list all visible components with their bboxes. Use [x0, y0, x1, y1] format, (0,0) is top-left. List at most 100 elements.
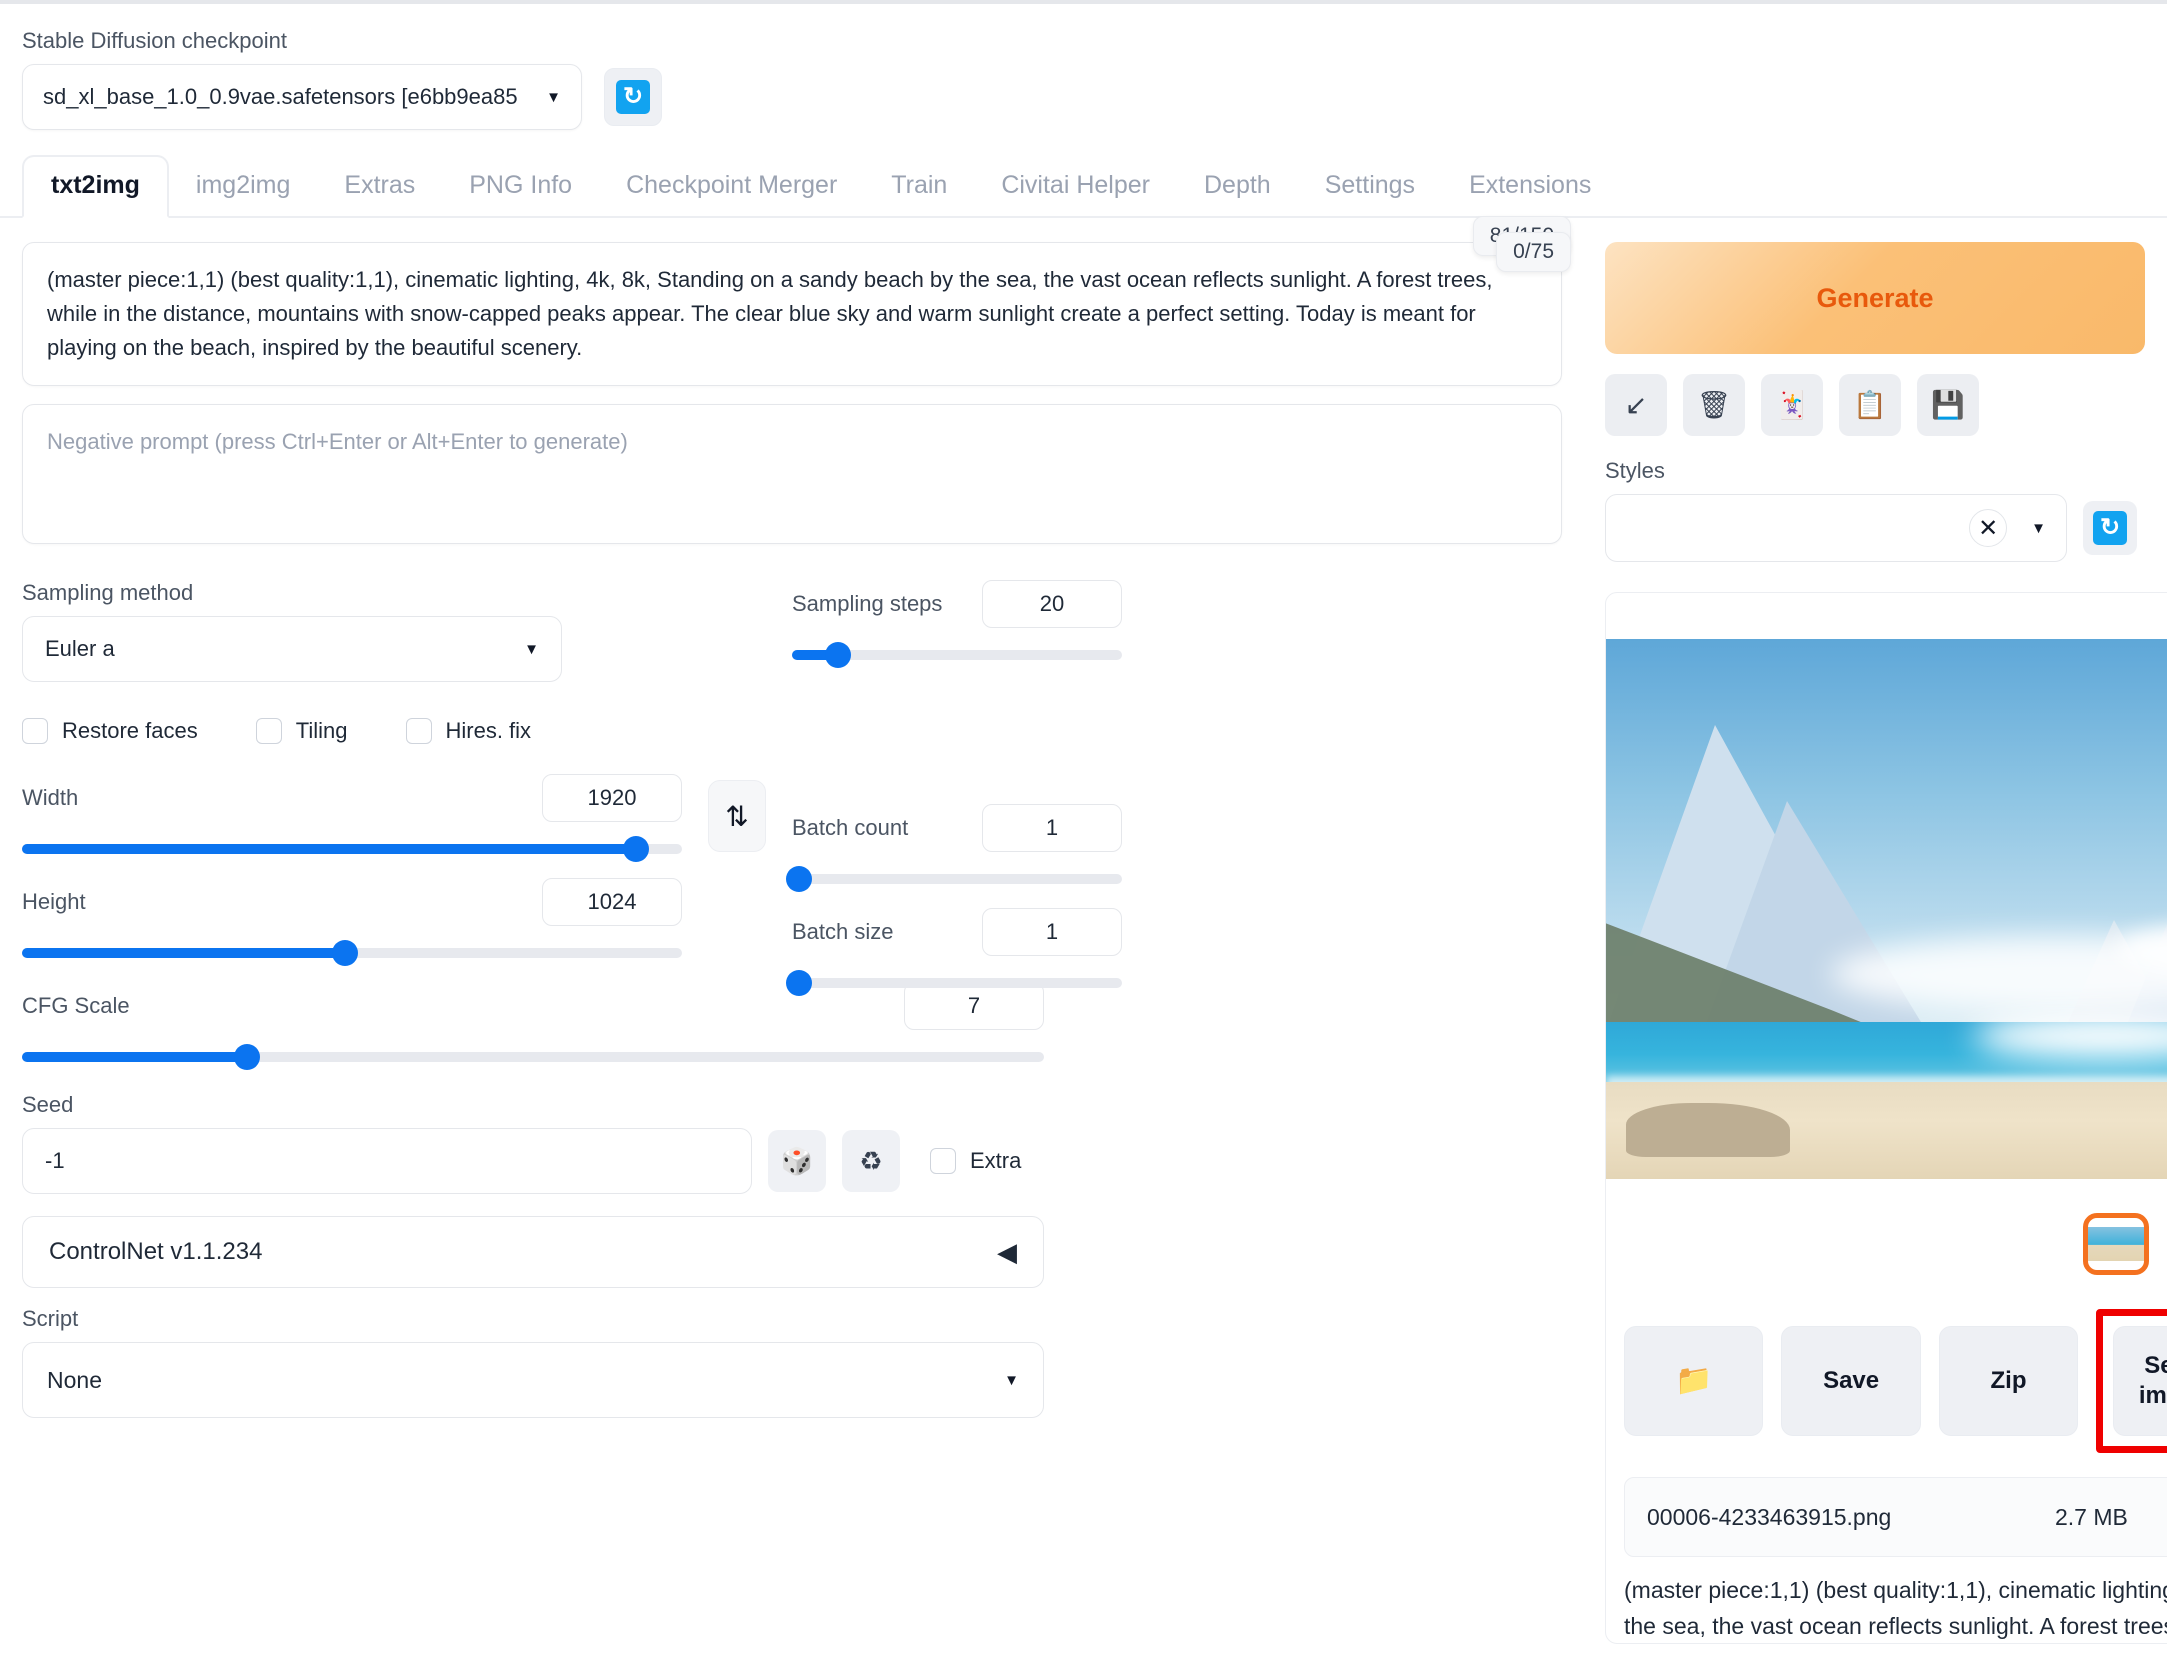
swap-arrows-icon: ⇅ [725, 800, 749, 832]
tab-checkpoint-merger[interactable]: Checkpoint Merger [599, 171, 864, 216]
negative-prompt-input[interactable]: Negative prompt (press Ctrl+Enter or Alt… [22, 404, 1562, 545]
controlnet-label: ControlNet v1.1.234 [49, 1238, 263, 1266]
slider-knob[interactable] [825, 642, 852, 669]
tab-extensions[interactable]: Extensions [1442, 171, 1618, 216]
seed-input[interactable]: -1 [22, 1128, 752, 1195]
trash-icon[interactable]: 🗑 [1683, 374, 1745, 436]
refresh-icon: ↻ [2093, 511, 2127, 545]
script-label: Script [22, 1306, 79, 1332]
sampling-steps-label: Sampling steps [792, 591, 943, 617]
cfg-scale-slider[interactable] [22, 1044, 1044, 1071]
height-control: Height 1024 [22, 878, 682, 967]
image-scene [1606, 639, 2167, 1179]
send-to-img2img-button[interactable]: Send to img2img [2113, 1326, 2167, 1436]
height-slider[interactable] [22, 940, 682, 967]
styles-label: Styles [1605, 458, 1665, 483]
tab-settings[interactable]: Settings [1298, 171, 1442, 216]
tiling-label: Tiling [295, 718, 348, 744]
floppy-save-icon[interactable]: 💾 [1917, 374, 1979, 436]
swap-dimensions-button[interactable]: ⇅ [708, 780, 766, 853]
thumbnail-item[interactable] [2083, 1213, 2149, 1275]
restore-faces-checkbox[interactable]: Restore faces [22, 718, 198, 745]
tab-img2img[interactable]: img2img [169, 171, 317, 216]
arrow-glyph: ↙ [1624, 389, 1648, 420]
batch-size-label: Batch size [792, 919, 894, 945]
batch-count-label: Batch count [792, 815, 909, 841]
output-gallery-panel: ✕ [1605, 592, 2167, 1644]
batch-count-value[interactable]: 1 [982, 804, 1122, 853]
tab-txt2img[interactable]: txt2img [22, 155, 169, 218]
sampling-steps-slider[interactable] [792, 642, 1122, 669]
clear-styles-icon[interactable]: ✕ [1969, 509, 2008, 547]
prompt-input[interactable]: (master piece:1,1) (best quality:1,1), c… [22, 242, 1562, 387]
height-label: Height [22, 889, 86, 915]
slider-knob[interactable] [332, 940, 359, 967]
output-prompt-text: (master piece:1,1) (best quality:1,1), c… [1624, 1577, 2167, 1639]
rock-left [1626, 1103, 1790, 1158]
generated-image[interactable] [1606, 639, 2167, 1179]
tab-png-info[interactable]: PNG Info [442, 171, 599, 216]
paintbrush-card-icon[interactable]: 🃏 [1761, 374, 1823, 436]
slider-knob[interactable] [622, 836, 649, 863]
app-root: Stable Diffusion checkpoint sd_xl_base_1… [0, 0, 2167, 1664]
hires-fix-label: Hires. fix [445, 718, 532, 744]
slider-fill [22, 844, 636, 855]
sampling-steps-value[interactable]: 20 [982, 580, 1122, 629]
batch-count-slider[interactable] [785, 866, 1122, 893]
width-control: Width 1920 [22, 774, 682, 863]
batch-size-value[interactable]: 1 [982, 908, 1122, 957]
open-folder-button[interactable]: 📁 [1624, 1326, 1764, 1436]
checkbox-box [405, 718, 432, 745]
prompt-tools-row: ↙ 🗑 🃏 📋 💾 [1605, 374, 2145, 436]
thumbnail-preview [2088, 1227, 2144, 1261]
script-value: None [47, 1366, 102, 1393]
hires-fix-checkbox[interactable]: Hires. fix [405, 718, 532, 745]
tiling-checkbox[interactable]: Tiling [255, 718, 348, 745]
refresh-styles-button[interactable]: ↻ [2083, 501, 2137, 555]
arrow-down-left-icon[interactable]: ↙ [1605, 374, 1667, 436]
file-name: 00006-4233463915.png [1647, 1503, 1892, 1530]
width-label: Width [22, 785, 79, 811]
floppy-glyph: 💾 [1931, 390, 1965, 420]
sampling-method-value: Euler a [45, 636, 115, 662]
styles-select[interactable]: ✕ ▼ [1605, 494, 2067, 562]
main-tabs: txt2img img2img Extras PNG Info Checkpoi… [0, 155, 2167, 218]
batch-size-slider[interactable] [785, 970, 1122, 997]
batch-size-control: Batch size 1 [785, 908, 1122, 997]
card-glyph: 🃏 [1775, 390, 1809, 420]
height-value[interactable]: 1024 [542, 878, 682, 927]
trash-glyph: 🗑 [1696, 390, 1732, 420]
slider-knob[interactable] [785, 866, 812, 893]
generate-label: Generate [1816, 282, 1934, 313]
tab-extras[interactable]: Extras [317, 171, 442, 216]
clipboard-glyph: 📋 [1853, 390, 1887, 420]
chevron-down-icon: ▼ [546, 88, 561, 106]
refresh-checkpoint-button[interactable]: ↻ [604, 68, 662, 126]
slider-knob[interactable] [233, 1044, 260, 1071]
tab-train[interactable]: Train [864, 171, 974, 216]
checkpoint-section: Stable Diffusion checkpoint sd_xl_base_1… [0, 4, 2167, 130]
tab-civitai-helper[interactable]: Civitai Helper [974, 171, 1177, 216]
checkpoint-value: sd_xl_base_1.0_0.9vae.safetensors [e6bb9… [43, 84, 518, 109]
tab-depth[interactable]: Depth [1177, 171, 1298, 216]
generation-settings: Sampling method Euler a ▼ Restore faces … [22, 580, 1583, 1419]
gallery-topbar: ✕ [1606, 593, 2167, 639]
batch-count-control: Batch count 1 [785, 804, 1122, 893]
checkbox-box [255, 718, 282, 745]
sampling-steps-control: Sampling steps 20 [792, 580, 1122, 669]
slider-knob[interactable] [785, 970, 812, 997]
restore-faces-label: Restore faces [62, 718, 198, 744]
slider-fill [22, 948, 346, 959]
file-info-row: 00006-4233463915.png 2.7 MB Download [1624, 1477, 2167, 1557]
generate-button[interactable]: Generate [1605, 242, 2145, 354]
clipboard-icon[interactable]: 📋 [1839, 374, 1901, 436]
negative-prompt-token-counter: 0/75 [1496, 232, 1571, 272]
file-size: 2.7 MB [2055, 1503, 2128, 1530]
checkpoint-select[interactable]: sd_xl_base_1.0_0.9vae.safetensors [e6bb9… [22, 64, 582, 130]
save-button[interactable]: Save [1781, 1326, 1921, 1436]
width-value[interactable]: 1920 [542, 774, 682, 823]
zip-button[interactable]: Zip [1938, 1326, 2079, 1436]
send-to-img2img-highlight: Send to img2img [2096, 1309, 2167, 1453]
sampling-method-select[interactable]: Euler a ▼ [22, 616, 562, 683]
width-slider[interactable] [22, 836, 682, 863]
